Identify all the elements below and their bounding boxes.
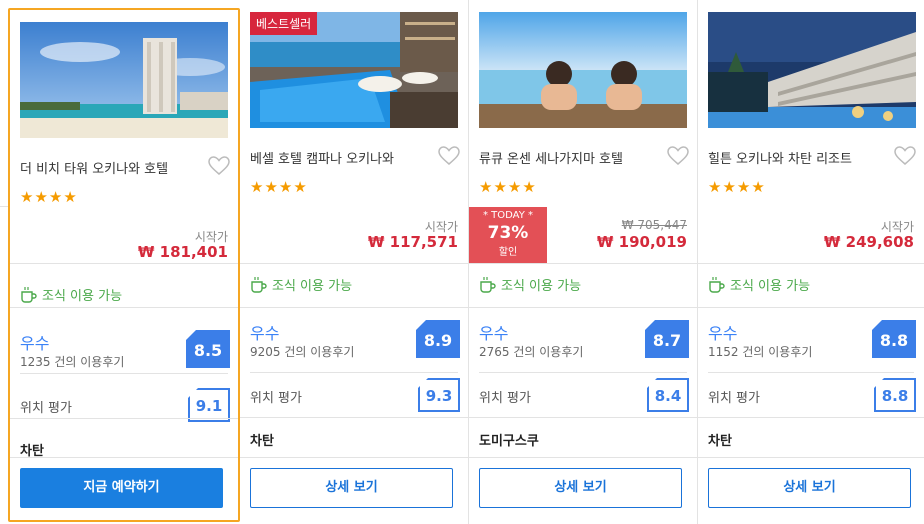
- breakfast-info: 조식 이용 가능: [479, 275, 581, 294]
- star-rating: ★★★★: [20, 188, 78, 206]
- divider: [20, 373, 228, 374]
- hotel-name[interactable]: 류큐 온센 세나가지마 호텔: [479, 148, 623, 167]
- divider: [240, 417, 468, 418]
- location-label: 위치 평가: [250, 391, 302, 406]
- divider: [10, 263, 238, 264]
- view-details-button[interactable]: 상세 보기: [250, 468, 453, 508]
- divider: [469, 417, 697, 418]
- breakfast-label: 조식 이용 가능: [730, 279, 811, 294]
- divider: [10, 307, 238, 308]
- hotel-photo[interactable]: [20, 22, 228, 138]
- heart-icon[interactable]: [208, 156, 230, 176]
- review-count[interactable]: 1235 건의 이용후기: [20, 353, 124, 370]
- review-grade: 우수: [479, 324, 509, 343]
- divider: [469, 457, 697, 458]
- divider: [469, 307, 697, 308]
- divider: [240, 263, 468, 264]
- hotel-photo[interactable]: [479, 12, 687, 128]
- breakfast-label: 조식 이용 가능: [501, 279, 582, 294]
- hotel-photo[interactable]: 베스트셀러: [250, 12, 458, 128]
- deal-tag: * TODAY *: [482, 210, 534, 221]
- breakfast-info: 조식 이용 가능: [708, 275, 810, 294]
- star-rating: ★★★★: [708, 178, 766, 196]
- price: ₩ 181,401: [137, 243, 228, 261]
- today-deal-badge: * TODAY * 73% 할인: [469, 207, 547, 263]
- heart-icon[interactable]: [438, 146, 460, 166]
- coffee-cup-icon: [21, 287, 37, 303]
- divider: [708, 372, 914, 373]
- hotel-area: 차탄: [250, 434, 274, 449]
- review-grade: 우수: [708, 324, 738, 343]
- divider: [240, 307, 468, 308]
- coffee-cup-icon: [251, 277, 267, 293]
- review-score-badge: 8.7: [645, 320, 689, 358]
- hotel-area: 도미구스쿠: [479, 434, 539, 449]
- breakfast-info: 조식 이용 가능: [20, 285, 122, 304]
- review-score-badge: 8.5: [186, 330, 230, 368]
- location-label: 위치 평가: [708, 391, 760, 406]
- star-rating: ★★★★: [250, 178, 308, 196]
- price: ₩ 190,019: [596, 233, 687, 251]
- review-grade: 우수: [250, 324, 280, 343]
- divider: [698, 457, 924, 458]
- coffee-cup-icon: [709, 277, 725, 293]
- review-count[interactable]: 9205 건의 이용후기: [250, 343, 354, 360]
- review-score-badge: 8.9: [416, 320, 460, 358]
- deal-label: 할인: [498, 247, 518, 258]
- divider: [10, 418, 238, 419]
- breakfast-label: 조식 이용 가능: [272, 279, 353, 294]
- review-count[interactable]: 2765 건의 이용후기: [479, 343, 583, 360]
- hotel-card: 베스트셀러 베셀 호텔 캠파나 오키나와 ★★★★ 시작가 ₩ 117,571 …: [240, 0, 469, 524]
- location-label: 위치 평가: [479, 391, 531, 406]
- bestseller-badge: 베스트셀러: [250, 12, 318, 35]
- hotel-comparison: { "hotels": [ { "name": "더 비치 타워 오키나와 호텔…: [0, 0, 924, 524]
- view-details-button[interactable]: 상세 보기: [708, 468, 911, 508]
- hotel-name[interactable]: 힐튼 오키나와 차탄 리조트: [708, 148, 852, 167]
- hotel-area: 차탄: [708, 434, 732, 449]
- location-score-badge: 8.8: [874, 378, 916, 412]
- breakfast-info: 조식 이용 가능: [250, 275, 352, 294]
- review-count[interactable]: 1152 건의 이용후기: [708, 343, 812, 360]
- divider: [0, 206, 8, 207]
- review-grade: 우수: [20, 334, 50, 353]
- price: ₩ 117,571: [367, 233, 458, 251]
- original-price: ₩ 705,447: [621, 218, 687, 232]
- hotel-name[interactable]: 더 비치 타워 오키나와 호텔: [20, 158, 168, 177]
- hotel-photo[interactable]: [708, 12, 916, 128]
- divider: [240, 457, 468, 458]
- review-score-badge: 8.8: [872, 320, 916, 358]
- hotel-card: 더 비치 타워 오키나와 호텔 ★★★★ 시작가 ₩ 181,401 조식 이용…: [8, 8, 240, 522]
- divider: [10, 457, 238, 458]
- location-score-badge: 9.3: [418, 378, 460, 412]
- star-rating: ★★★★: [479, 178, 537, 196]
- price: ₩ 249,608: [823, 233, 914, 251]
- breakfast-label: 조식 이용 가능: [42, 289, 123, 304]
- divider: [479, 372, 687, 373]
- divider: [698, 263, 924, 264]
- view-details-button[interactable]: 상세 보기: [479, 468, 682, 508]
- heart-icon[interactable]: [667, 146, 689, 166]
- hotel-name[interactable]: 베셀 호텔 캠파나 오키나와: [250, 148, 394, 167]
- hotel-card: 힐튼 오키나와 차탄 리조트 ★★★★ 시작가 ₩ 249,608 조식 이용 …: [698, 0, 924, 524]
- book-now-button[interactable]: 지금 예약하기: [20, 468, 223, 508]
- heart-icon[interactable]: [894, 146, 916, 166]
- location-score-badge: 9.1: [188, 388, 230, 422]
- location-score-badge: 8.4: [647, 378, 689, 412]
- divider: [250, 372, 458, 373]
- hotel-card: 류큐 온센 세나가지마 호텔 ★★★★ * TODAY * 73% 할인 ₩ 7…: [469, 0, 698, 524]
- deal-percent: 73%: [487, 223, 529, 243]
- divider: [698, 307, 924, 308]
- coffee-cup-icon: [480, 277, 496, 293]
- divider: [469, 263, 697, 264]
- location-label: 위치 평가: [20, 401, 72, 416]
- divider: [698, 417, 924, 418]
